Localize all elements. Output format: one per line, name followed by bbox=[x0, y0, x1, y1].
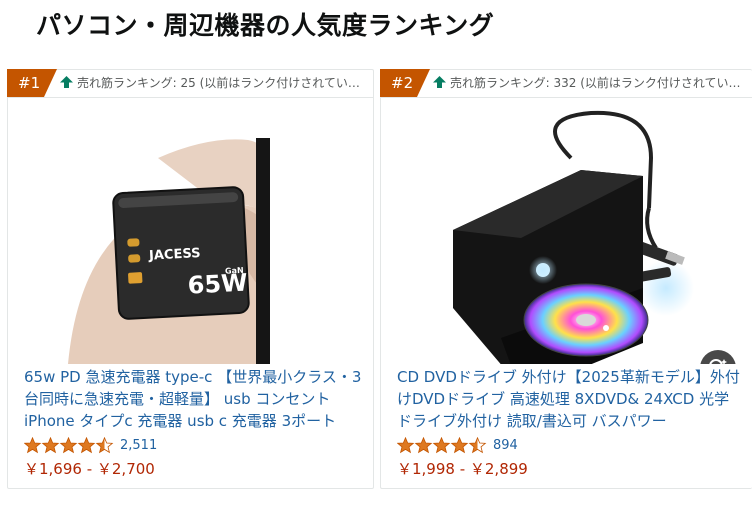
price-range: ￥1,998 - ￥2,899 bbox=[397, 460, 528, 478]
rank-bar: #1 売れ筋ランキング: 25 (以前はランク付けされていませんでした) bbox=[7, 69, 373, 98]
sales-rank-text: 売れ筋ランキング: 25 (以前はランク付けされていませんでした) bbox=[77, 76, 363, 90]
product-card-1[interactable]: #1 売れ筋ランキング: 25 (以前はランク付けされていませんでした) bbox=[7, 69, 374, 489]
charger-brand-label: JACESS bbox=[148, 246, 201, 264]
up-arrow-icon bbox=[433, 76, 446, 88]
product-card-2[interactable]: #2 売れ筋ランキング: 332 (以前はランク付けされていませんでした) bbox=[380, 69, 752, 489]
rating[interactable]: 2,511 bbox=[24, 435, 157, 455]
sales-rank-line: 売れ筋ランキング: 332 (以前はランク付けされていませんでした) bbox=[433, 70, 742, 97]
visual-search-button[interactable] bbox=[700, 350, 736, 364]
product-image[interactable] bbox=[381, 98, 752, 364]
page-title: パソコン・周辺機器の人気度ランキング bbox=[36, 11, 495, 40]
charger-gan-label: GaN bbox=[225, 266, 244, 276]
ranking-page: パソコン・周辺機器の人気度ランキング #1 売れ筋ランキング: 25 (以前はラ… bbox=[0, 0, 754, 509]
rank-badge: #2 bbox=[380, 69, 430, 97]
product-image[interactable]: JACESS 65W GaN bbox=[8, 98, 373, 364]
price-range: ￥1,696 - ￥2,700 bbox=[24, 460, 155, 478]
lens-icon bbox=[709, 359, 727, 364]
star-rating-icon bbox=[24, 436, 114, 454]
sales-rank-text: 売れ筋ランキング: 332 (以前はランク付けされていませんでした) bbox=[450, 76, 742, 90]
charger-in-hand-image: JACESS 65W GaN bbox=[68, 138, 270, 364]
star-rating-icon bbox=[397, 436, 487, 454]
rank-bar: #2 売れ筋ランキング: 332 (以前はランク付けされていませんでした) bbox=[380, 69, 752, 98]
dvd-drive-image bbox=[453, 110, 694, 364]
up-arrow-icon bbox=[60, 76, 73, 88]
rating[interactable]: 894 bbox=[397, 435, 518, 455]
review-count[interactable]: 894 bbox=[493, 438, 518, 453]
product-title-link[interactable]: CD DVDドライブ 外付け【2025革新モデル】外付けDVDドライブ 高速処理… bbox=[397, 366, 742, 432]
review-count[interactable]: 2,511 bbox=[120, 438, 157, 453]
product-title-link[interactable]: 65w PD 急速充電器 type-c 【世界最小クラス・3台同時に急速充電・超… bbox=[24, 366, 363, 432]
rank-badge: #1 bbox=[7, 69, 57, 97]
sales-rank-line: 売れ筋ランキング: 25 (以前はランク付けされていませんでした) bbox=[60, 70, 363, 97]
